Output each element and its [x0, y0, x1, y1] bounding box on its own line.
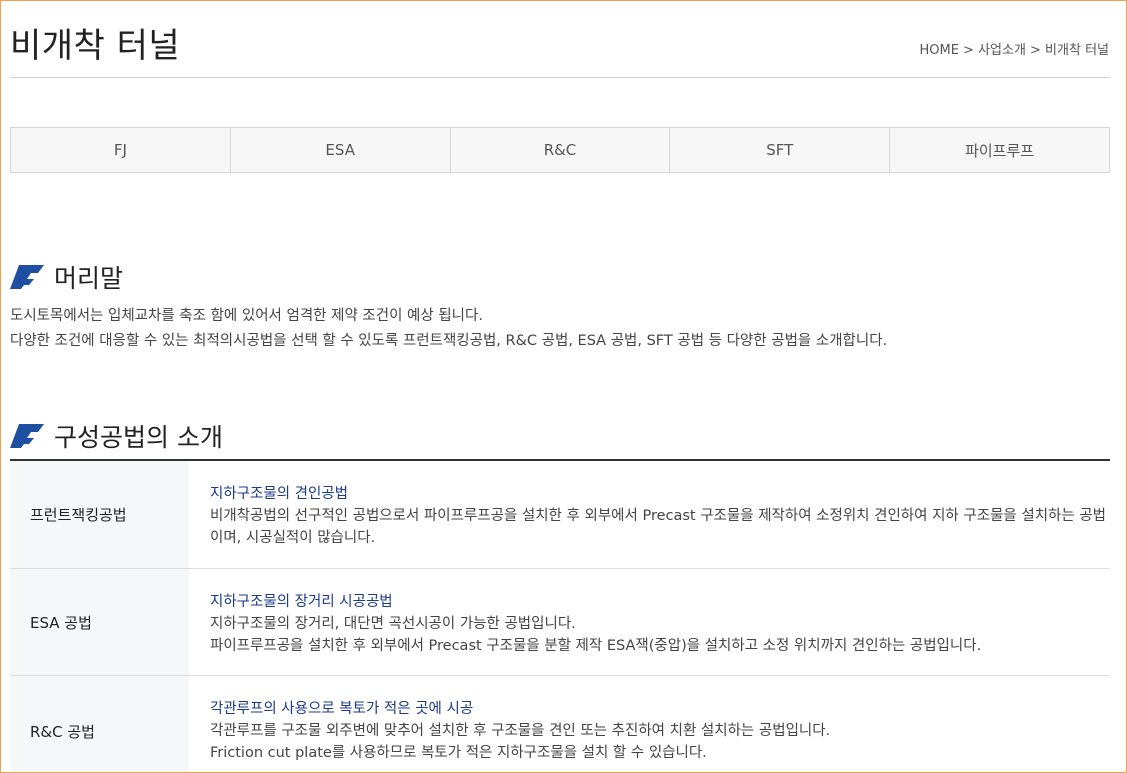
method-name: R&C 공법 — [10, 676, 189, 772]
method-line: 비개착공법의 선구적인 공법으로서 파이프루프공을 설치한 후 외부에서 Pre… — [210, 508, 1107, 546]
table-row: ESA 공법 지하구조물의 장거리 시공공법 지하구조물의 장거리, 대단면 곡… — [10, 569, 1110, 676]
tab-rc[interactable]: R&C — [449, 127, 671, 173]
method-line: Friction cut plate를 사용하므로 복토가 적은 지하구조물을 … — [210, 745, 707, 761]
tab-fj[interactable]: FJ — [10, 127, 231, 173]
page-header: 비개착 터널 HOME > 사업소개 > 비개착 터널 — [10, 1, 1110, 78]
section-marker-icon — [10, 424, 44, 448]
method-heading: 각관루프의 사용으로 복토가 적은 곳에 시공 — [210, 701, 474, 717]
method-tabs: FJ ESA R&C SFT 파이프루프 — [10, 127, 1110, 173]
methods-table: 프런트잭킹공법 지하구조물의 견인공법 비개착공법의 선구적인 공법으로서 파이… — [10, 459, 1110, 772]
breadcrumb[interactable]: HOME > 사업소개 > 비개착 터널 — [919, 39, 1109, 58]
intro-text: 도시토목에서는 입체교차를 축조 함에 있어서 엄격한 제약 조건이 예상 됩니… — [10, 304, 887, 354]
method-line: 지하구조물의 장거리, 대단면 곡선시공이 가능한 공법입니다. — [210, 616, 576, 632]
intro-line-2: 다양한 조건에 대응할 수 있는 최적의시공법을 선택 할 수 있도록 프런트잭… — [10, 333, 888, 349]
intro-line-1: 도시토목에서는 입체교차를 축조 함에 있어서 엄격한 제약 조건이 예상 됩니… — [10, 308, 483, 324]
method-line: 파이프루프공을 설치한 후 외부에서 Precast 구조물을 분할 제작 ES… — [210, 638, 982, 654]
method-name: ESA 공법 — [10, 569, 189, 675]
methods-heading: 구성공법의 소개 — [10, 418, 223, 454]
method-description: 지하구조물의 견인공법 비개착공법의 선구적인 공법으로서 파이프루프공을 설치… — [189, 461, 1110, 568]
intro-title: 머리말 — [54, 264, 124, 293]
method-line: 각관루프를 구조물 외주변에 맞추어 설치한 후 구조물을 견인 또는 추진하여… — [210, 723, 831, 739]
method-description: 지하구조물의 장거리 시공공법 지하구조물의 장거리, 대단면 곡선시공이 가능… — [189, 569, 1110, 675]
tab-esa[interactable]: ESA — [229, 127, 451, 173]
methods-title: 구성공법의 소개 — [54, 423, 223, 452]
tab-sft[interactable]: SFT — [669, 127, 891, 173]
intro-heading: 머리말 — [10, 259, 123, 295]
table-row: 프런트잭킹공법 지하구조물의 견인공법 비개착공법의 선구적인 공법으로서 파이… — [10, 461, 1110, 569]
method-name: 프런트잭킹공법 — [10, 461, 189, 568]
table-row: R&C 공법 각관루프의 사용으로 복토가 적은 곳에 시공 각관루프를 구조물… — [10, 676, 1110, 772]
method-heading: 지하구조물의 견인공법 — [210, 486, 349, 502]
method-description: 각관루프의 사용으로 복토가 적은 곳에 시공 각관루프를 구조물 외주변에 맞… — [189, 676, 1110, 772]
method-heading: 지하구조물의 장거리 시공공법 — [210, 594, 393, 610]
page-frame: 비개착 터널 HOME > 사업소개 > 비개착 터널 FJ ESA R&C S… — [0, 0, 1127, 773]
page-title: 비개착 터널 — [10, 26, 181, 66]
tab-pipe-roof[interactable]: 파이프루프 — [889, 127, 1110, 173]
section-marker-icon — [10, 265, 44, 289]
